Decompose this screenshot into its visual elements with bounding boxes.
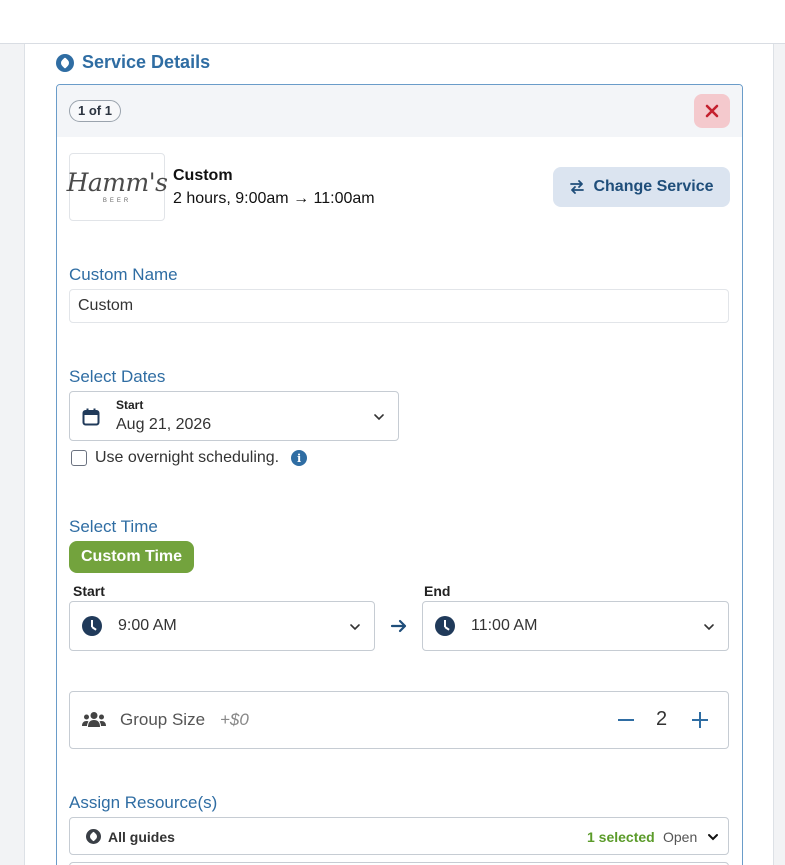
service-card: 1 of 1 Hamm's BEER Custom 2 hours, 9:00a…: [56, 84, 743, 865]
service-name: Custom: [173, 167, 233, 184]
group-size-label: Group Size: [120, 710, 206, 729]
top-bar: [0, 0, 785, 44]
users-icon: [82, 712, 106, 727]
compass-icon: [56, 53, 74, 72]
end-time-caption: End: [424, 583, 451, 599]
card-header: 1 of 1: [57, 85, 742, 137]
decrement-button[interactable]: [618, 719, 634, 721]
swap-arrows-icon: [570, 180, 585, 194]
service-logo: Hamm's BEER: [66, 153, 168, 221]
service-panel: Service Details 1 of 1 Hamm's BEER Custo…: [24, 44, 774, 865]
end-time-value: 11:00 AM: [471, 617, 538, 634]
chevron-down-icon: [708, 834, 718, 841]
select-time-label: Select Time: [69, 517, 158, 536]
section-header: Service Details: [56, 52, 210, 73]
logo-subtext: BEER: [102, 198, 132, 204]
resource-row-all-guides[interactable]: All guides 1 selected Open: [69, 817, 729, 855]
overnight-checkbox[interactable]: [71, 450, 87, 466]
assign-resources-label: Assign Resource(s): [69, 793, 218, 812]
chevron-down-icon: [350, 624, 360, 631]
custom-time-button[interactable]: Custom Time: [69, 541, 195, 573]
group-size-stepper: Group Size +$0 2: [69, 691, 729, 749]
resource-selected-count: 1 selected: [587, 829, 655, 845]
start-date-value: Aug 21, 2026: [116, 416, 212, 433]
remove-service-button[interactable]: [694, 94, 730, 128]
overnight-option: Use overnight scheduling. i: [71, 449, 308, 467]
select-dates-label: Select Dates: [69, 367, 166, 386]
start-date-select[interactable]: Start Aug 21, 2026: [69, 391, 399, 441]
plus-icon: [699, 712, 701, 728]
calendar-icon: [82, 408, 100, 426]
logo-text: Hamm's: [66, 168, 168, 197]
service-duration: 2 hours, 9:00am → 11:00am: [173, 190, 375, 207]
overnight-label: Use overnight scheduling.: [95, 449, 280, 466]
custom-name-input[interactable]: [69, 289, 729, 323]
compass-icon: [86, 829, 101, 844]
chevron-down-icon: [374, 414, 384, 421]
start-time-value: 9:00 AM: [118, 617, 177, 634]
close-icon: [705, 104, 719, 118]
info-icon[interactable]: i: [291, 450, 308, 466]
end-time-select[interactable]: 11:00 AM: [422, 601, 729, 651]
start-time-select[interactable]: 9:00 AM: [69, 601, 375, 651]
start-time-caption: Start: [73, 583, 105, 599]
group-size-count: 2: [656, 708, 668, 730]
chevron-down-icon: [704, 624, 714, 631]
clock-icon: [82, 616, 102, 636]
resource-open-toggle[interactable]: Open: [663, 829, 697, 845]
group-size-price: +$0: [220, 710, 249, 729]
change-service-label: Change Service: [593, 178, 714, 195]
service-counter-badge: 1 of 1: [69, 100, 121, 122]
change-service-button[interactable]: Change Service: [553, 167, 730, 207]
start-date-caption: Start: [116, 398, 144, 412]
arrow-right-icon: [390, 619, 407, 633]
clock-icon: [435, 616, 455, 636]
custom-name-label: Custom Name: [69, 265, 178, 284]
resource-name: All guides: [108, 829, 175, 845]
section-title: Service Details: [82, 52, 211, 72]
